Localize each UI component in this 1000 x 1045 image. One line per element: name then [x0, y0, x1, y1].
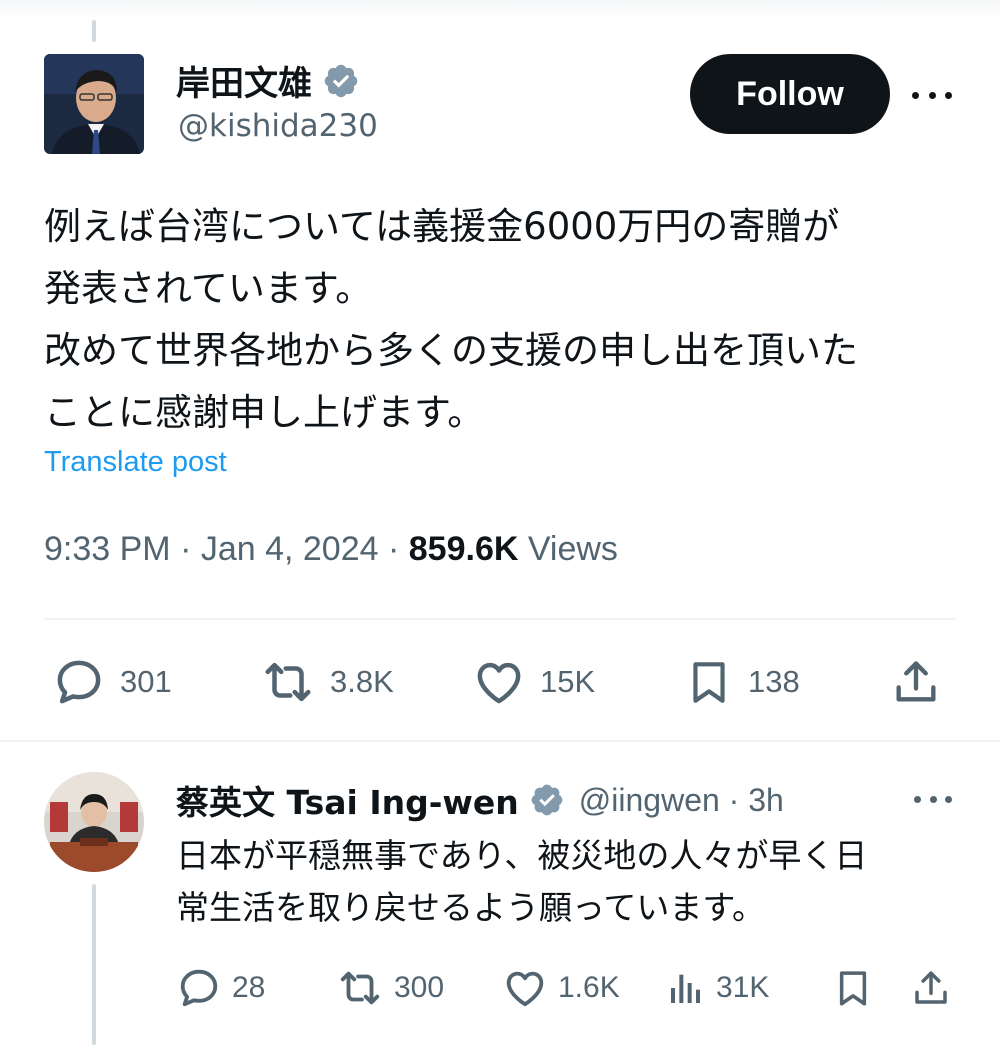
bookmark-button[interactable]: 138	[684, 652, 800, 712]
share-icon	[915, 971, 947, 1004]
author-avatar[interactable]	[44, 54, 144, 154]
reply-author-avatar[interactable]	[44, 772, 144, 872]
reply-icon	[180, 969, 218, 1007]
reply-handle-and-time[interactable]: @iingwen · 3h	[579, 782, 784, 819]
tweet-text-line: 改めて世界各地から多くの支援の申し出を頂いた	[44, 329, 858, 372]
views-count: 31K	[716, 971, 770, 1004]
reply-text: 日本が平穏無事であり、被災地の人々が早く日 常生活を取り戻せるよう願っています。	[176, 830, 956, 934]
bookmark-icon	[693, 662, 725, 703]
divider	[44, 618, 956, 620]
action-bar: 301 3.8K 15K 138	[52, 652, 952, 712]
like-button[interactable]: 1.6K	[502, 962, 620, 1014]
repost-icon	[340, 971, 380, 1005]
views-icon	[671, 974, 700, 1003]
verified-badge-icon	[531, 784, 563, 816]
like-icon	[506, 971, 544, 1007]
reply-icon	[57, 660, 101, 704]
like-icon	[477, 662, 521, 704]
author-display-name[interactable]: 岸田文雄	[176, 56, 312, 105]
reply-button[interactable]: 301	[52, 652, 172, 712]
repost-count: 3.8K	[330, 664, 394, 699]
views-count: 859.6K	[408, 530, 519, 568]
post-timestamp[interactable]: 9:33 PM · Jan 4, 2024 ·	[44, 530, 409, 568]
share-button[interactable]	[890, 652, 942, 712]
bookmark-count: 138	[748, 664, 800, 699]
reply-count: 28	[232, 971, 266, 1004]
post-metadata: 9:33 PM · Jan 4, 2024 · 859.6K Views	[44, 530, 618, 569]
share-button[interactable]	[910, 962, 952, 1014]
repost-count: 300	[394, 971, 445, 1004]
reply-header: 蔡英文 Tsai Ing-wen @iingwen · 3h	[176, 776, 784, 824]
tweet-text-line: ことに感謝申し上げます。	[44, 391, 485, 434]
bookmark-button[interactable]	[832, 962, 874, 1014]
author-handle[interactable]: @kishida230	[178, 108, 378, 144]
reply-author-name[interactable]: 蔡英文 Tsai Ing-wen	[176, 776, 519, 824]
more-icon[interactable]	[914, 784, 952, 814]
thread-line	[92, 884, 96, 1045]
tweet-text-line: 発表されています。	[44, 267, 373, 310]
author-name-row: 岸田文雄	[176, 56, 360, 105]
reply-text-line: 日本が平穏無事であり、被災地の人々が早く日	[176, 836, 868, 875]
like-count: 15K	[540, 664, 596, 699]
tweet-text: 例えば台湾については義援金6000万円の寄贈が 発表されています。 改めて世界各…	[44, 196, 964, 444]
translate-post-link[interactable]: Translate post	[44, 446, 227, 479]
more-icon[interactable]	[912, 78, 952, 112]
thread-line-top	[92, 20, 96, 42]
bookmark-icon	[839, 971, 867, 1006]
repost-button[interactable]: 300	[336, 962, 444, 1014]
reply-count: 301	[120, 664, 172, 699]
divider	[0, 740, 1000, 742]
reply-text-line: 常生活を取り戻せるよう願っています。	[176, 888, 766, 927]
verified-badge-icon	[324, 64, 358, 97]
tweet-text-line: 例えば台湾については義援金6000万円の寄贈が	[44, 205, 840, 248]
share-icon	[896, 661, 936, 702]
like-button[interactable]: 15K	[472, 652, 595, 712]
reply-button[interactable]: 28	[176, 962, 265, 1014]
views-label: Views	[518, 530, 618, 568]
repost-icon	[265, 662, 311, 702]
like-count: 1.6K	[558, 971, 620, 1004]
repost-button[interactable]: 3.8K	[260, 652, 394, 712]
views-button[interactable]: 31K	[666, 962, 769, 1014]
follow-button[interactable]: Follow	[690, 54, 890, 134]
reply-action-bar: 28 300 1.6K 31K	[176, 962, 956, 1014]
previous-post-edge	[0, 0, 1000, 18]
